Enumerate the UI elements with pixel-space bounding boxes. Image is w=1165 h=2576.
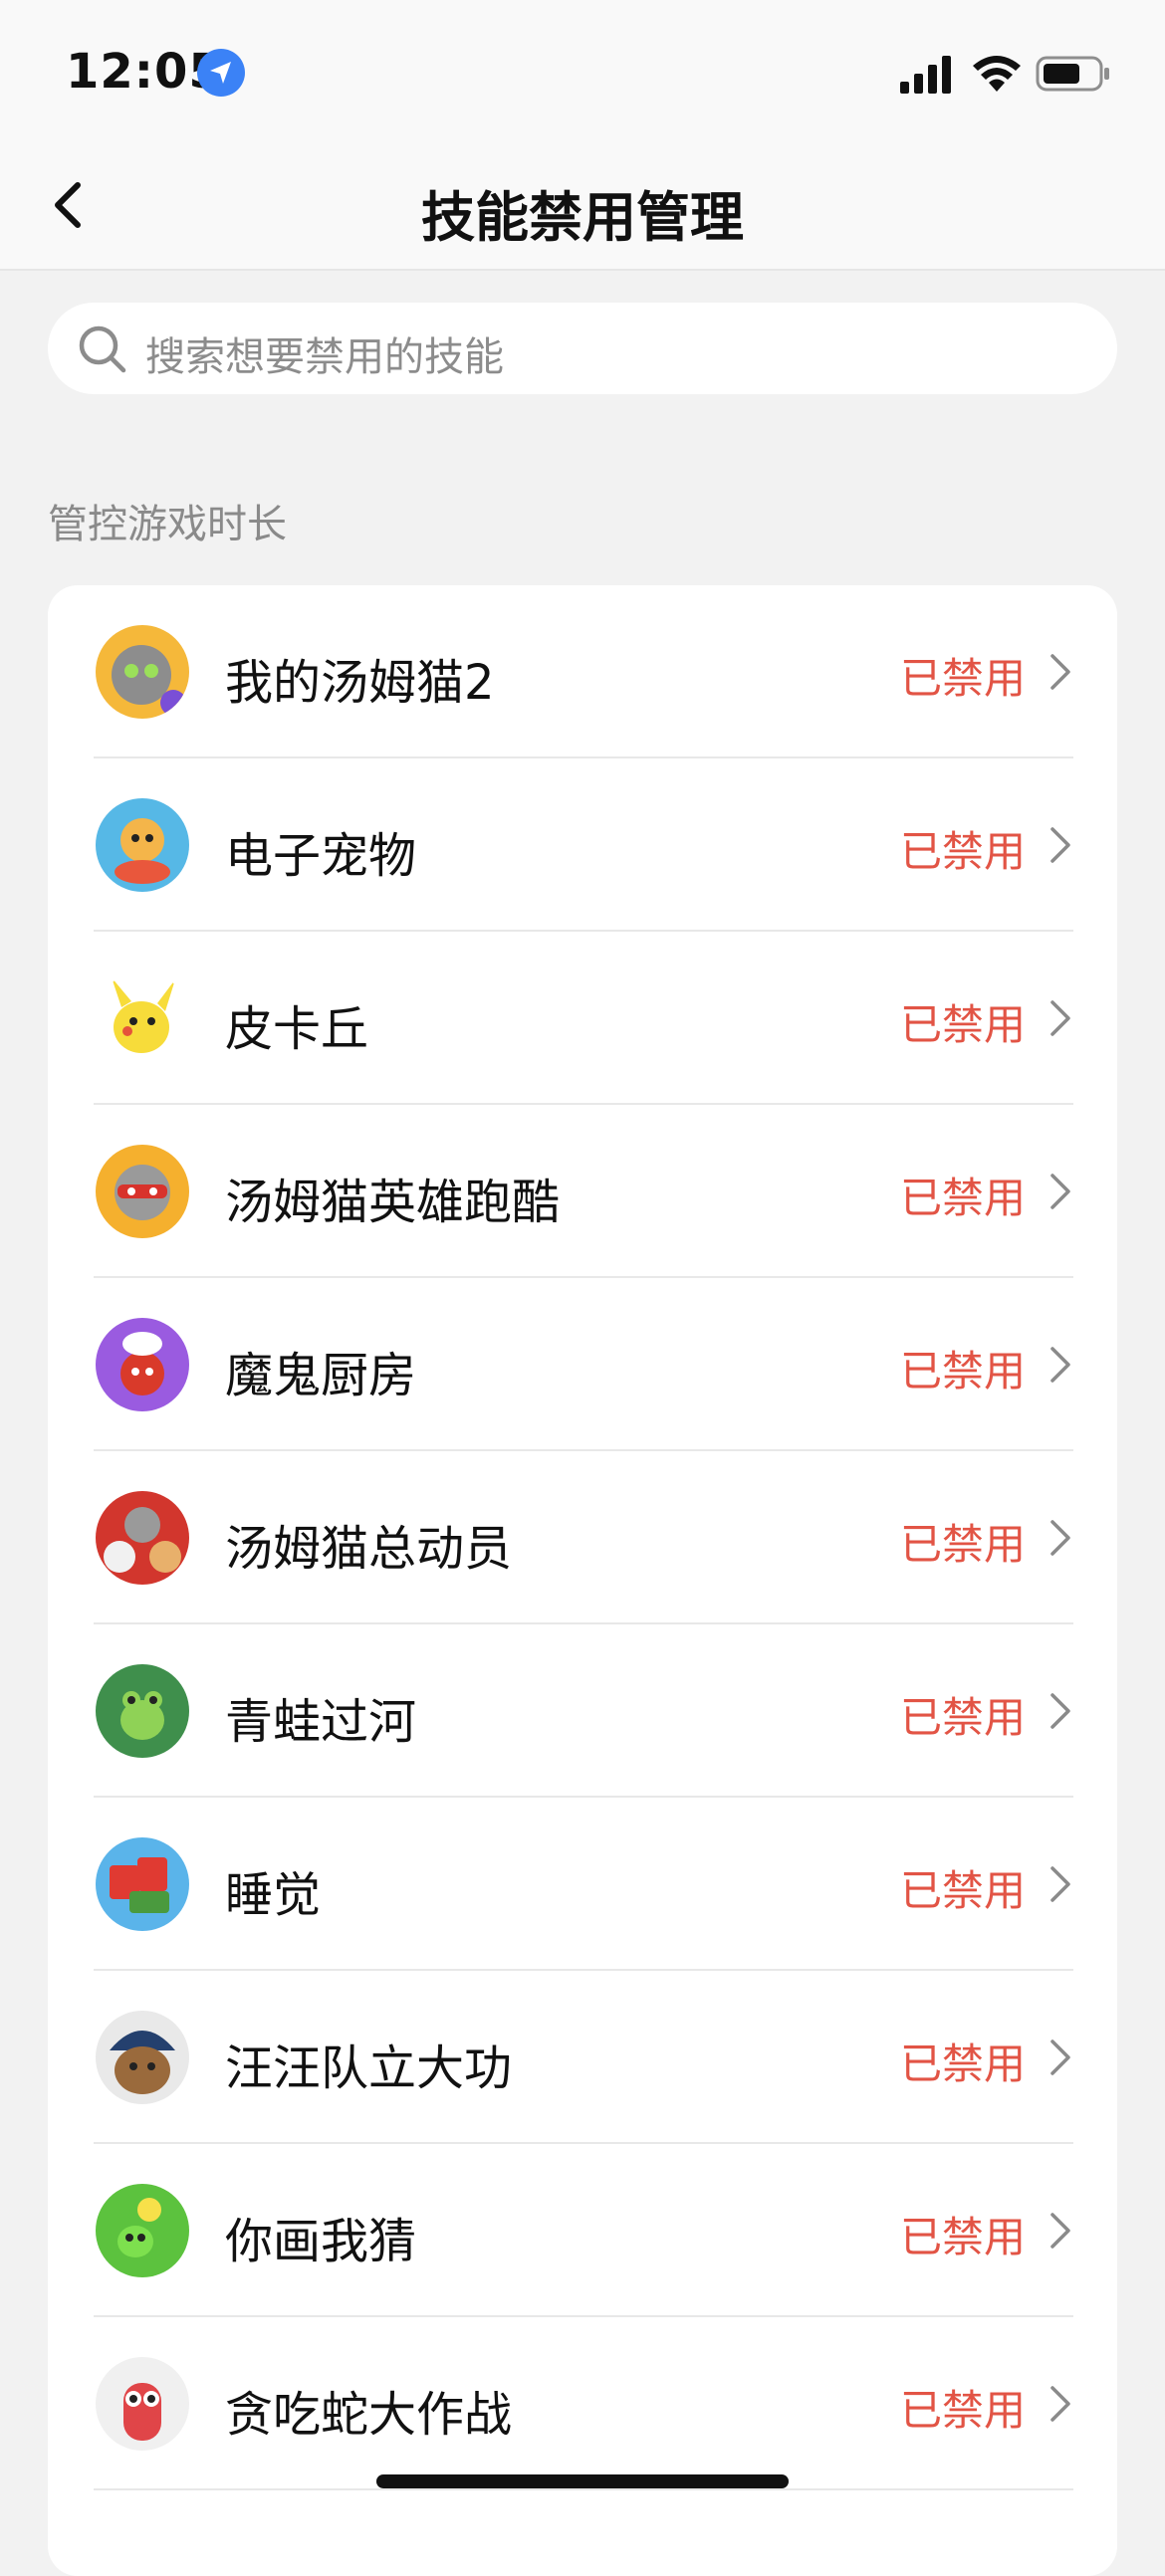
- divider: [94, 2488, 1073, 2490]
- home-indicator[interactable]: [376, 2474, 789, 2488]
- chevron-right-icon: [1050, 1693, 1070, 1729]
- status-bar: 12:05: [0, 0, 1165, 139]
- item-name: 汤姆猫总动员: [225, 1521, 513, 1577]
- draw-guess-icon: [96, 2184, 189, 2277]
- chevron-right-icon: [1050, 1347, 1070, 1383]
- skill-list: 我的汤姆猫2 已禁用 电子宠物 已禁用 皮卡丘 已禁用 汤姆猫英雄跑酷 已禁用: [48, 585, 1117, 2576]
- search-input[interactable]: 搜索想要禁用的技能: [48, 303, 1117, 394]
- item-name: 汪汪队立大功: [225, 2040, 513, 2096]
- status-label: 已禁用: [899, 2039, 1026, 2088]
- status-label: 已禁用: [899, 1174, 1026, 1222]
- location-arrow-icon: [197, 49, 245, 97]
- list-item[interactable]: 贪吃蛇大作战 已禁用: [48, 2317, 1117, 2490]
- status-label: 已禁用: [899, 1000, 1026, 1049]
- status-label: 已禁用: [899, 654, 1026, 703]
- item-name: 我的汤姆猫2: [225, 655, 495, 711]
- section-label: 管控游戏时长: [48, 502, 287, 547]
- list-item[interactable]: 汤姆猫英雄跑酷 已禁用: [48, 1105, 1117, 1278]
- status-label: 已禁用: [899, 1347, 1026, 1395]
- item-name: 电子宠物: [225, 828, 417, 884]
- status-label: 已禁用: [899, 2213, 1026, 2261]
- talking-tom-2-icon: [96, 625, 189, 719]
- frog-crossing-icon: [96, 1664, 189, 1758]
- chevron-right-icon: [1050, 1520, 1070, 1556]
- list-item[interactable]: 你画我猜 已禁用: [48, 2144, 1117, 2317]
- list-item[interactable]: 汪汪队立大功 已禁用: [48, 1971, 1117, 2144]
- page-title: 技能禁用管理: [421, 186, 744, 249]
- item-name: 皮卡丘: [225, 1001, 369, 1057]
- list-item[interactable]: 青蛙过河 已禁用: [48, 1624, 1117, 1798]
- nav-bar: 技能禁用管理: [0, 139, 1165, 271]
- search-icon: [79, 325, 126, 373]
- chevron-right-icon: [1050, 2386, 1070, 2422]
- paw-patrol-icon: [96, 2011, 189, 2104]
- devil-kitchen-icon: [96, 1318, 189, 1411]
- wifi-icon: [973, 56, 1021, 92]
- chevron-right-icon: [1050, 654, 1070, 690]
- status-label: 已禁用: [899, 2386, 1026, 2435]
- list-item[interactable]: 皮卡丘 已禁用: [48, 932, 1117, 1105]
- list-item[interactable]: 我的汤姆猫2 已禁用: [48, 585, 1117, 758]
- item-name: 你画我猜: [225, 2214, 417, 2269]
- chevron-right-icon: [1050, 1000, 1070, 1036]
- status-label: 已禁用: [899, 1520, 1026, 1569]
- chevron-right-icon: [1050, 1174, 1070, 1209]
- item-name: 青蛙过河: [225, 1694, 417, 1750]
- chevron-right-icon: [1050, 2213, 1070, 2249]
- tom-hero-dash-icon: [96, 1145, 189, 1238]
- list-item[interactable]: 汤姆猫总动员 已禁用: [48, 1451, 1117, 1624]
- list-item[interactable]: 电子宠物 已禁用: [48, 758, 1117, 932]
- pikachu-icon: [96, 971, 189, 1065]
- search-placeholder: 搜索想要禁用的技能: [145, 334, 504, 380]
- electronic-pet-icon: [96, 798, 189, 892]
- item-name: 睡觉: [225, 1867, 322, 1923]
- tom-friends-icon: [96, 1491, 189, 1585]
- status-label: 已禁用: [899, 1866, 1026, 1915]
- battery-icon: [1036, 56, 1109, 92]
- item-name: 贪吃蛇大作战: [225, 2387, 513, 2443]
- snake-battle-icon: [96, 2357, 189, 2451]
- status-label: 已禁用: [899, 827, 1026, 876]
- chevron-right-icon: [1050, 1866, 1070, 1902]
- sleep-icon: [96, 1837, 189, 1931]
- item-name: 魔鬼厨房: [225, 1348, 417, 1403]
- item-name: 汤姆猫英雄跑酷: [225, 1175, 561, 1230]
- chevron-right-icon: [1050, 827, 1070, 863]
- status-label: 已禁用: [899, 1693, 1026, 1742]
- cellular-signal-icon: [900, 56, 951, 94]
- chevron-right-icon: [1050, 2039, 1070, 2075]
- list-item[interactable]: 魔鬼厨房 已禁用: [48, 1278, 1117, 1451]
- list-item[interactable]: 睡觉 已禁用: [48, 1798, 1117, 1971]
